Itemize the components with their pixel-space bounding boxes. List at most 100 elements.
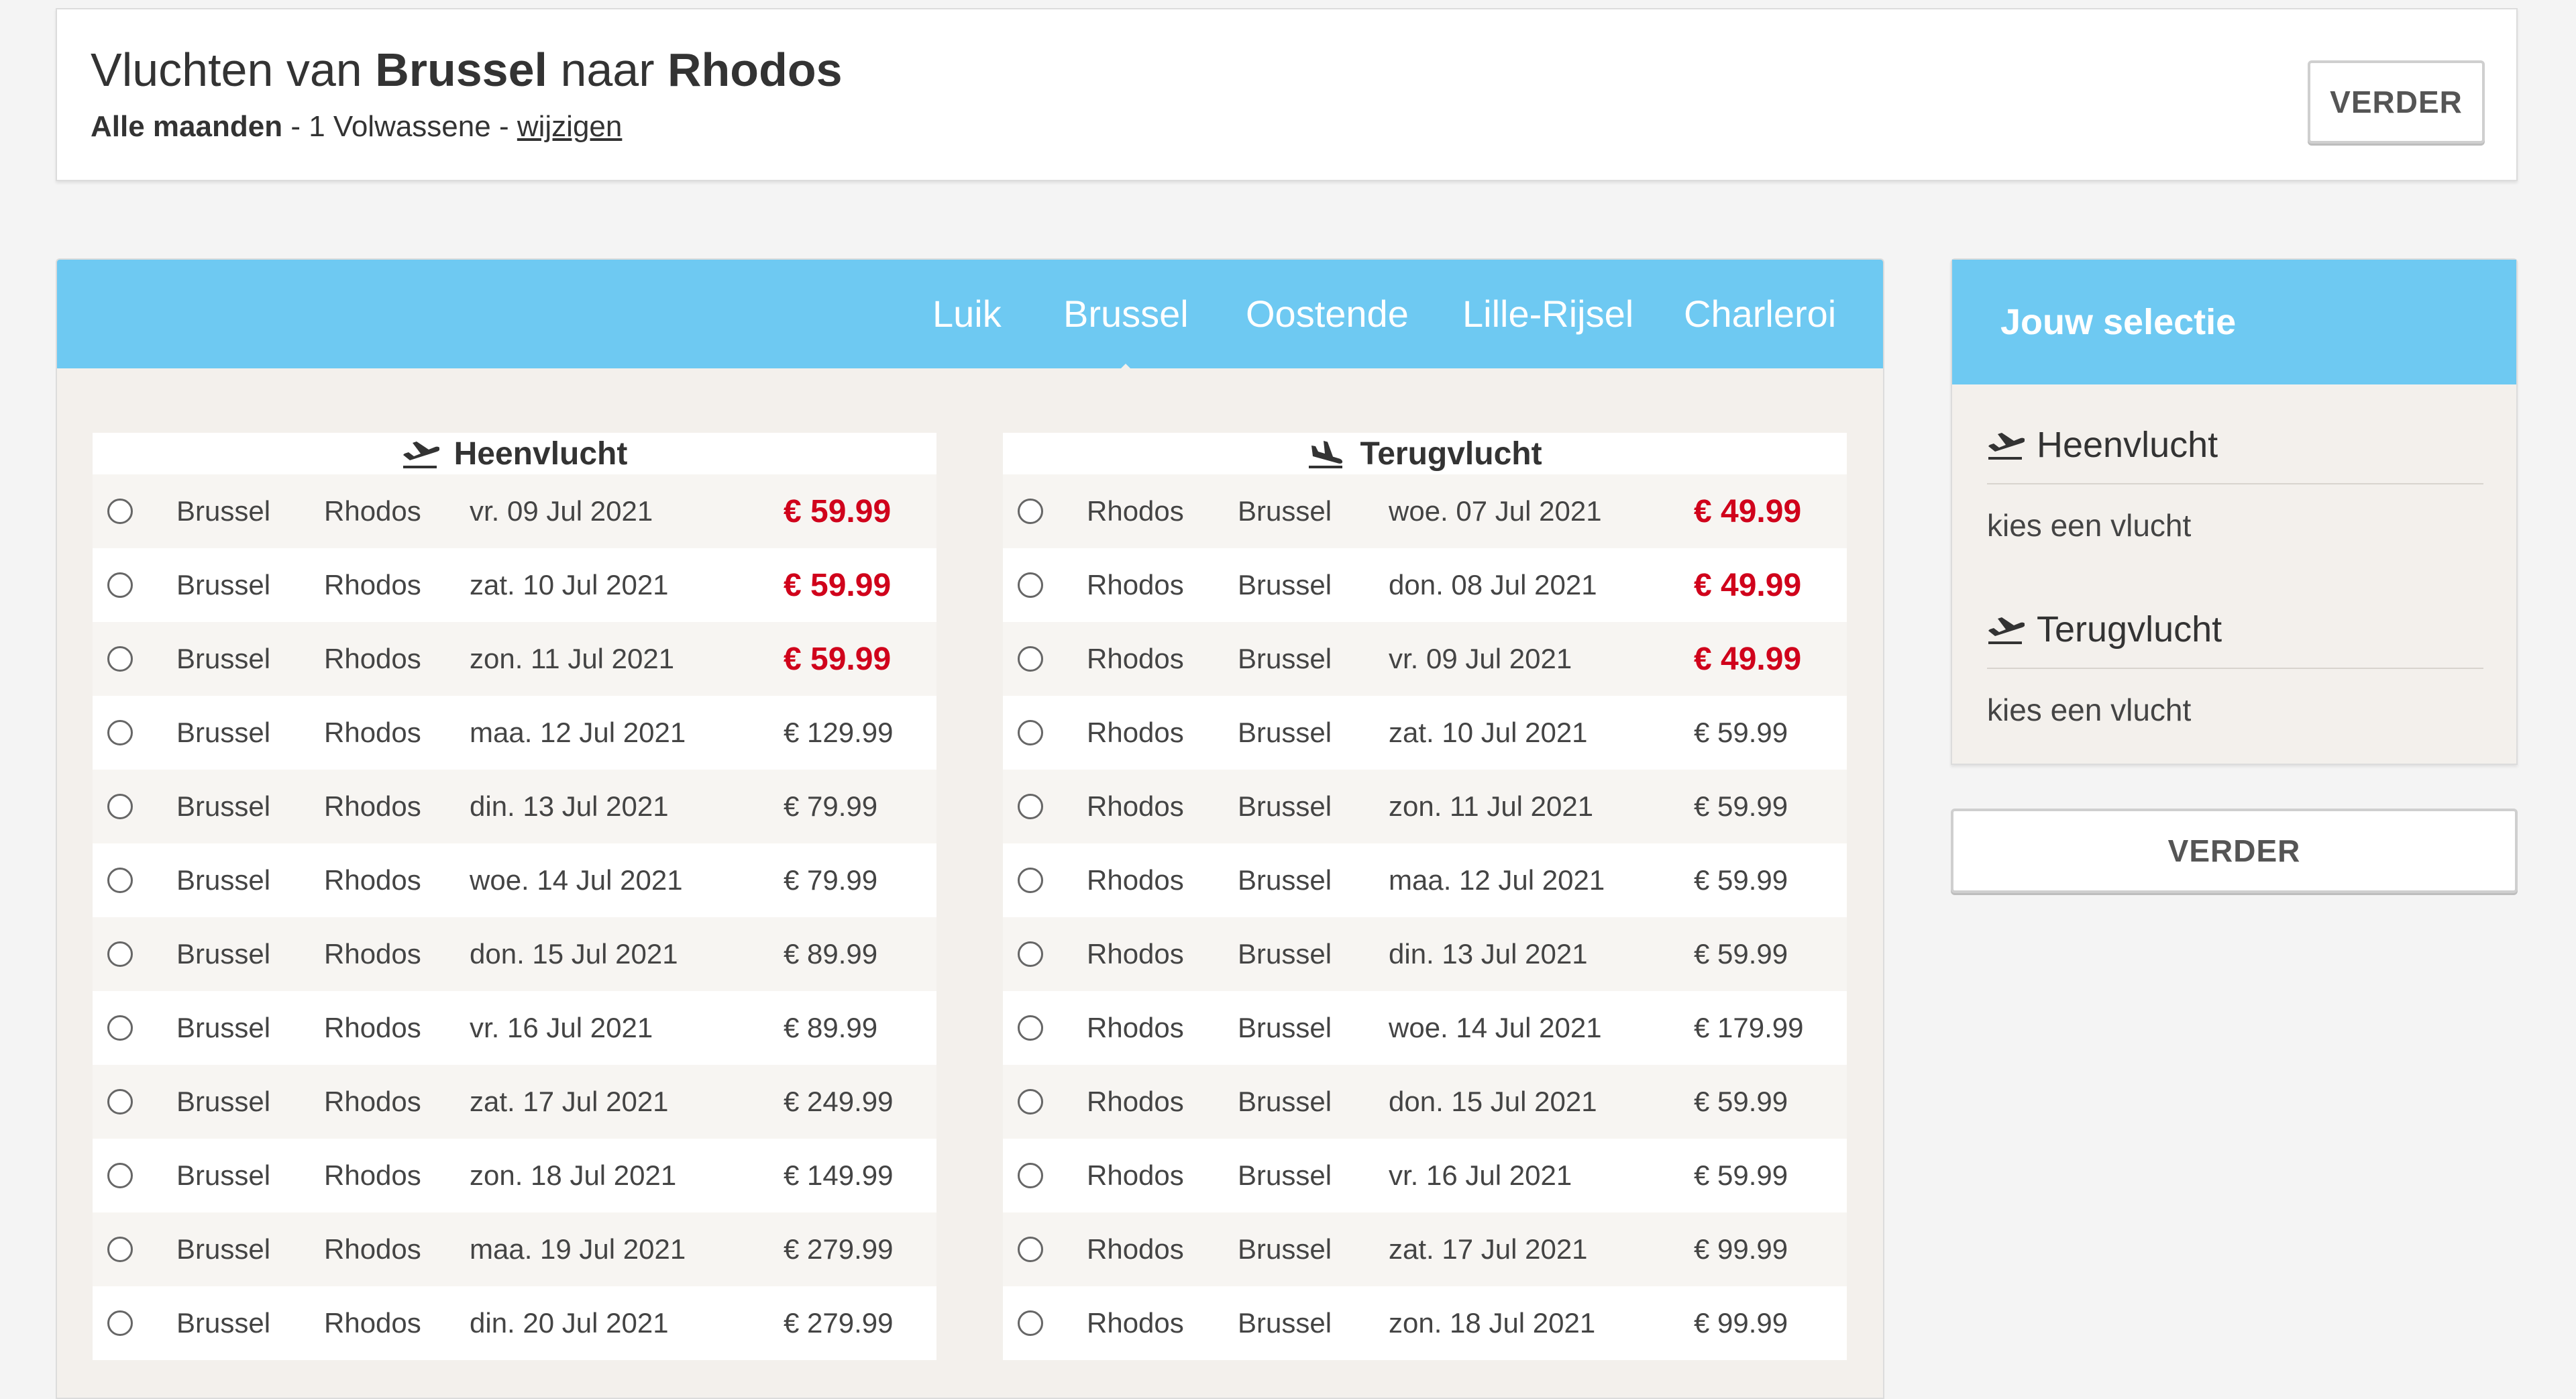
flight-row[interactable]: Rhodos Brussel vr. 16 Jul 2021 € 59.99	[1003, 1139, 1847, 1212]
flight-date: zon. 11 Jul 2021	[1389, 790, 1594, 822]
tab-brussel[interactable]: Brussel	[1063, 292, 1189, 335]
flight-date: woe. 07 Jul 2021	[1389, 495, 1602, 527]
flight-price: € 59.99	[784, 641, 892, 677]
flight-radio[interactable]	[1018, 868, 1043, 893]
selection-outbound-note: kies een vlucht	[1987, 508, 2192, 543]
flight-price: € 49.99	[1694, 493, 1802, 529]
flight-date: zon. 18 Jul 2021	[1389, 1307, 1596, 1339]
flight-row[interactable]: Rhodos Brussel zat. 17 Jul 2021 € 99.99	[1003, 1212, 1847, 1286]
flight-row[interactable]: Rhodos Brussel zat. 10 Jul 2021 € 59.99	[1003, 696, 1847, 770]
return-rows: Rhodos Brussel woe. 07 Jul 2021 € 49.99 Rhod…	[1003, 474, 1847, 1360]
flight-row[interactable]: Brussel Rhodos zon. 18 Jul 2021 € 149.99	[93, 1139, 936, 1212]
flight-row[interactable]: Brussel Rhodos maa. 19 Jul 2021 € 279.99	[93, 1212, 936, 1286]
flight-date: din. 20 Jul 2021	[470, 1307, 669, 1339]
flight-row[interactable]: Rhodos Brussel vr. 09 Jul 2021 € 49.99	[1003, 622, 1847, 696]
flight-row[interactable]: Rhodos Brussel din. 13 Jul 2021 € 59.99	[1003, 917, 1847, 991]
flight-destination: Rhodos	[324, 717, 421, 748]
flight-row[interactable]: Brussel Rhodos zon. 11 Jul 2021 € 59.99	[93, 622, 936, 696]
flight-radio[interactable]	[107, 1015, 133, 1041]
flight-origin: Brussel	[176, 1307, 271, 1339]
tab-charleroi[interactable]: Charleroi	[1684, 292, 1836, 335]
flight-row[interactable]: Rhodos Brussel zon. 11 Jul 2021 € 59.99	[1003, 770, 1847, 843]
flight-destination: Rhodos	[324, 495, 421, 527]
flight-row[interactable]: Rhodos Brussel maa. 12 Jul 2021 € 59.99	[1003, 843, 1847, 917]
flight-radio[interactable]	[1018, 572, 1043, 598]
flight-radio[interactable]	[1018, 941, 1043, 967]
flight-destination: Brussel	[1238, 643, 1332, 674]
flight-row[interactable]: Brussel Rhodos vr. 09 Jul 2021 € 59.99	[93, 474, 936, 548]
flight-radio[interactable]	[107, 1089, 133, 1115]
flight-radio[interactable]	[107, 720, 133, 745]
flight-radio[interactable]	[1018, 1089, 1043, 1115]
flight-price: € 99.99	[1694, 1233, 1788, 1265]
tab-oostende[interactable]: Oostende	[1246, 292, 1409, 335]
flight-price: € 59.99	[784, 567, 892, 603]
flight-row[interactable]: Rhodos Brussel zon. 18 Jul 2021 € 99.99	[1003, 1286, 1847, 1360]
flight-row[interactable]: Rhodos Brussel don. 15 Jul 2021 € 59.99	[1003, 1065, 1847, 1139]
flight-radio[interactable]	[1018, 1310, 1043, 1336]
flight-origin: Rhodos	[1087, 1233, 1184, 1265]
flight-origin: Rhodos	[1087, 1086, 1184, 1117]
flight-radio[interactable]	[107, 794, 133, 819]
flight-radio[interactable]	[107, 941, 133, 967]
flight-date: vr. 16 Jul 2021	[1389, 1159, 1572, 1191]
title-mid: naar	[560, 44, 655, 96]
flight-origin: Rhodos	[1087, 1307, 1184, 1339]
page-title: Vluchten van Brussel naar Rhodos	[91, 43, 843, 97]
flight-price: € 279.99	[784, 1307, 894, 1339]
flight-row[interactable]: Brussel Rhodos din. 20 Jul 2021 € 279.99	[93, 1286, 936, 1360]
flight-origin: Brussel	[176, 864, 271, 896]
flight-radio[interactable]	[1018, 1237, 1043, 1262]
flight-row[interactable]: Rhodos Brussel woe. 14 Jul 2021 € 179.99	[1003, 991, 1847, 1065]
flight-destination: Brussel	[1238, 790, 1332, 822]
flight-radio[interactable]	[1018, 499, 1043, 524]
selection-panel: Jouw selectie Heenvlucht kies een vlucht…	[1951, 258, 2518, 765]
flight-radio[interactable]	[107, 572, 133, 598]
selection-outbound-title: Heenvlucht	[1987, 424, 2483, 484]
flight-price: € 49.99	[1694, 641, 1802, 677]
flight-row[interactable]: Brussel Rhodos din. 13 Jul 2021 € 79.99	[93, 770, 936, 843]
selection-outbound: Heenvlucht kies een vlucht	[1987, 424, 2483, 543]
flight-radio[interactable]	[107, 868, 133, 893]
flight-price: € 59.99	[1694, 864, 1788, 896]
flight-destination: Brussel	[1238, 717, 1332, 748]
continue-button-top[interactable]: VERDER	[2308, 60, 2485, 144]
flight-row[interactable]: Brussel Rhodos zat. 17 Jul 2021 € 249.99	[93, 1065, 936, 1139]
flight-origin: Rhodos	[1087, 495, 1184, 527]
flight-row[interactable]: Brussel Rhodos zat. 10 Jul 2021 € 59.99	[93, 548, 936, 622]
flight-row[interactable]: Brussel Rhodos vr. 16 Jul 2021 € 89.99	[93, 991, 936, 1065]
plane-takeoff-icon	[402, 439, 439, 468]
flight-radio[interactable]	[107, 646, 133, 672]
flight-row[interactable]: Brussel Rhodos woe. 14 Jul 2021 € 79.99	[93, 843, 936, 917]
tab-lille-rijsel[interactable]: Lille-Rijsel	[1462, 292, 1633, 335]
flight-destination: Rhodos	[324, 790, 421, 822]
flight-radio[interactable]	[1018, 646, 1043, 672]
flight-price: € 89.99	[784, 938, 878, 970]
flight-date: maa. 19 Jul 2021	[470, 1233, 686, 1265]
selection-return-label: Terugvlucht	[2037, 609, 2222, 650]
flight-price: € 249.99	[784, 1086, 894, 1117]
flight-radio[interactable]	[1018, 794, 1043, 819]
selection-return-title: Terugvlucht	[1987, 609, 2483, 669]
flight-radio[interactable]	[107, 1163, 133, 1188]
continue-button-side[interactable]: VERDER	[1951, 809, 2518, 893]
change-search-link[interactable]: wijzigen	[517, 110, 623, 143]
tab-luik[interactable]: Luik	[932, 292, 1002, 335]
flight-row[interactable]: Brussel Rhodos maa. 12 Jul 2021 € 129.99	[93, 696, 936, 770]
flight-price: € 59.99	[1694, 717, 1788, 748]
flight-price: € 59.99	[1694, 1159, 1788, 1191]
flight-radio[interactable]	[1018, 1163, 1043, 1188]
flight-row[interactable]: Brussel Rhodos don. 15 Jul 2021 € 89.99	[93, 917, 936, 991]
flight-radio[interactable]	[107, 1310, 133, 1336]
flight-radio[interactable]	[1018, 1015, 1043, 1041]
flight-destination: Rhodos	[324, 864, 421, 896]
flight-radio[interactable]	[107, 499, 133, 524]
flight-date: din. 13 Jul 2021	[470, 790, 669, 822]
flight-radio[interactable]	[1018, 720, 1043, 745]
flight-destination: Rhodos	[324, 1086, 421, 1117]
flight-row[interactable]: Rhodos Brussel don. 08 Jul 2021 € 49.99	[1003, 548, 1847, 622]
flight-date: don. 08 Jul 2021	[1389, 569, 1597, 601]
flight-row[interactable]: Rhodos Brussel woe. 07 Jul 2021 € 49.99	[1003, 474, 1847, 548]
flight-price: € 59.99	[1694, 790, 1788, 822]
flight-radio[interactable]	[107, 1237, 133, 1262]
